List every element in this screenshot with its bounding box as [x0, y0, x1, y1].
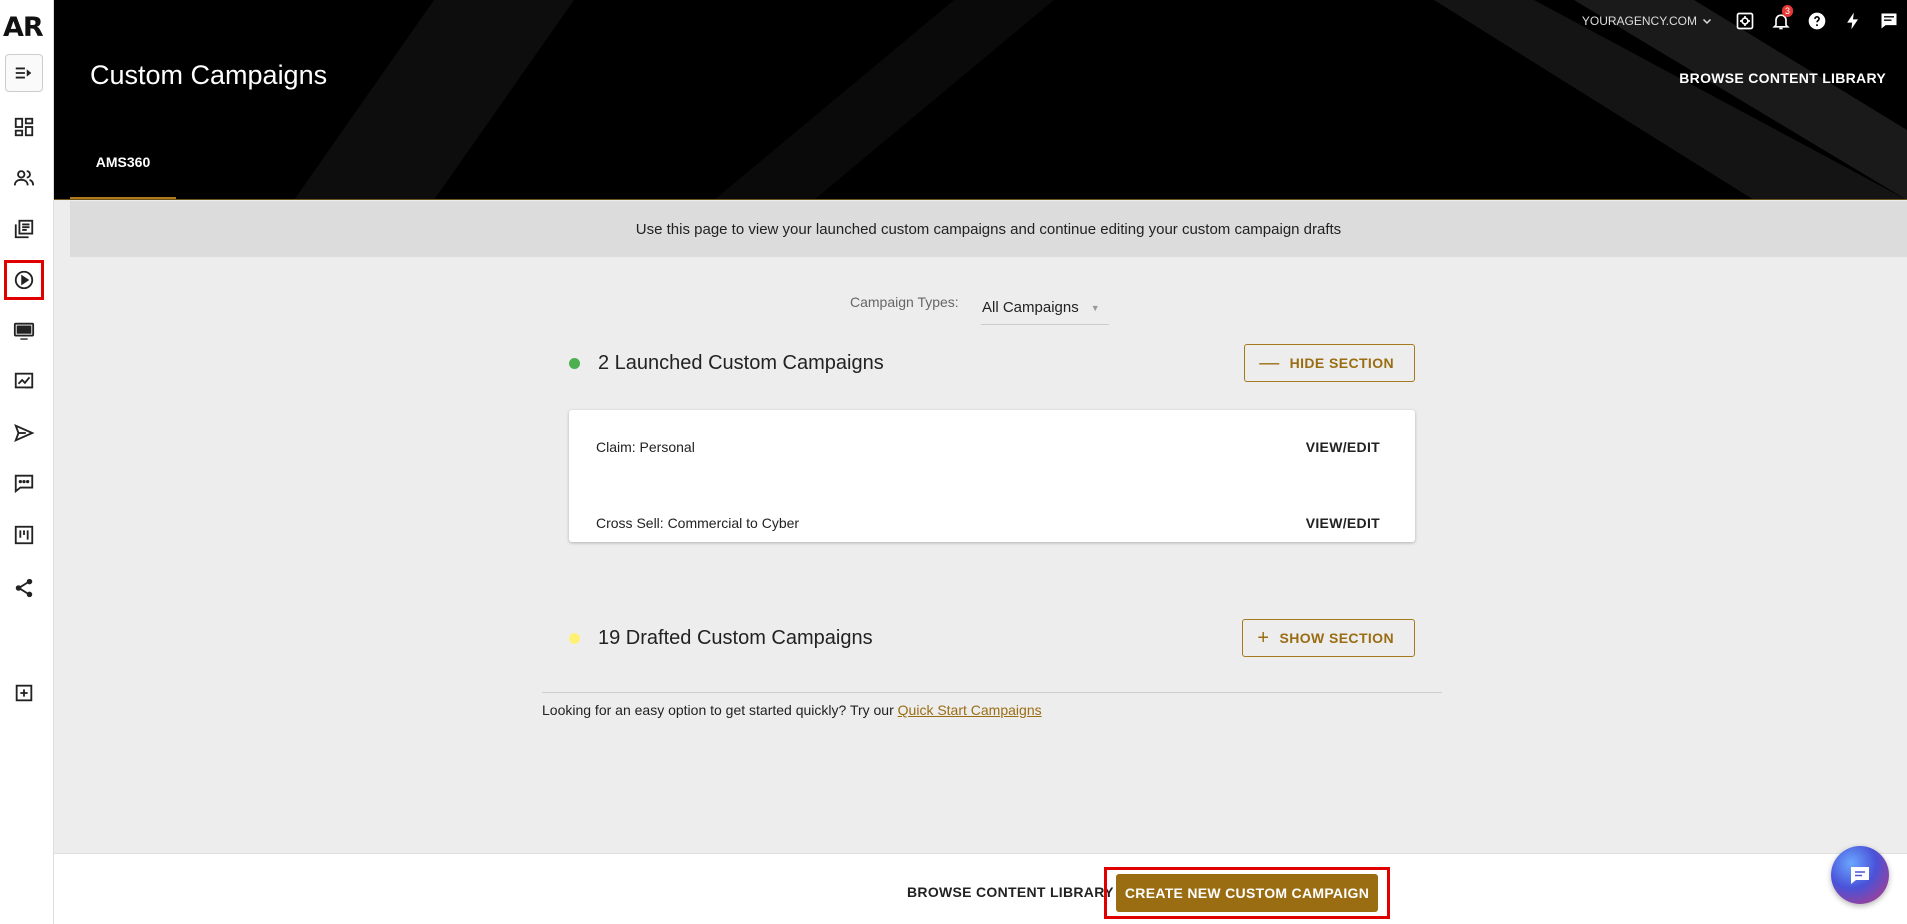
section-divider [542, 692, 1442, 693]
browse-content-library-button[interactable]: BROWSE CONTENT LIBRARY [907, 884, 1114, 900]
sidebar-item-contacts[interactable] [5, 159, 43, 197]
dashboard-icon [14, 117, 34, 137]
chat-widget-button[interactable] [1831, 846, 1889, 904]
lightning-icon [1847, 12, 1858, 30]
chat-bubble-icon [1851, 867, 1869, 884]
chat-dots-icon [14, 474, 34, 494]
view-edit-button[interactable]: VIEW/EDIT [1306, 439, 1380, 455]
share-icon [15, 578, 33, 598]
footer-action-bar: BROWSE CONTENT LIBRARY CREATE NEW CUSTOM… [54, 853, 1907, 924]
campaign-types-select[interactable]: All Campaigns ▼ [981, 291, 1109, 325]
sidebar-item-send[interactable] [5, 414, 43, 452]
sidebar: AR [0, 0, 54, 924]
header-divider [54, 199, 1907, 200]
settings-gear-icon [1736, 12, 1754, 30]
quick-start-text: Looking for an easy option to get starte… [542, 702, 1042, 718]
sidebar-item-content[interactable] [5, 210, 43, 248]
sidebar-item-dashboard[interactable] [5, 108, 43, 146]
quick-start-link[interactable]: Quick Start Campaigns [898, 702, 1042, 718]
add-box-icon [15, 684, 33, 702]
hide-section-label: HIDE SECTION [1289, 355, 1394, 371]
sidebar-item-messages[interactable] [5, 464, 43, 502]
info-banner: Use this page to view your launched cust… [70, 201, 1907, 257]
browse-content-library-link[interactable]: BROWSE CONTENT LIBRARY [1679, 70, 1886, 86]
plus-icon: + [1257, 627, 1270, 649]
info-text: Use this page to view your launched cust… [635, 220, 1342, 238]
send-icon [14, 423, 35, 443]
show-section-label: SHOW SECTION [1279, 630, 1394, 646]
campaign-name: Cross Sell: Commercial to Cyber [596, 515, 800, 531]
kanban-icon [14, 525, 34, 545]
campaign-types-value: All Campaigns [982, 299, 1079, 316]
quick-start-prompt: Looking for an easy option to get starte… [542, 702, 894, 718]
tab-label: AMS360 [95, 154, 151, 170]
campaign-name: Claim: Personal [596, 439, 695, 455]
message-icon [1881, 13, 1897, 29]
domain-label: YOURAGENCY.COM [1581, 14, 1697, 28]
library-icon [14, 219, 34, 239]
top-toolbar: YOURAGENCY.COM 3 [1582, 5, 1907, 34]
domain-selector[interactable]: YOURAGENCY.COM [1582, 14, 1713, 28]
menu-collapse-icon [15, 67, 32, 79]
quick-actions-button[interactable] [1835, 8, 1871, 34]
launched-status-dot [569, 357, 580, 369]
people-icon [13, 170, 35, 186]
drafted-status-dot [569, 632, 580, 644]
launched-campaigns-list: Claim: Personal VIEW/EDIT Cross Sell: Co… [569, 410, 1415, 542]
sidebar-item-board[interactable] [5, 516, 43, 554]
list-item: Cross Sell: Commercial to Cyber VIEW/EDI… [569, 498, 1415, 548]
list-item: Claim: Personal VIEW/EDIT [569, 422, 1415, 472]
settings-button[interactable] [1727, 8, 1763, 34]
hide-section-button[interactable]: — HIDE SECTION [1244, 344, 1415, 382]
notification-count-badge: 3 [1781, 5, 1793, 17]
show-section-button[interactable]: + SHOW SECTION [1242, 619, 1415, 657]
help-icon [1808, 12, 1826, 30]
page-title: Custom Campaigns [90, 60, 328, 90]
drafted-section-title: 19 Drafted Custom Campaigns [598, 626, 873, 649]
campaign-types-label: Campaign Types: [850, 294, 959, 310]
create-new-custom-campaign-button[interactable]: CREATE NEW CUSTOM CAMPAIGN [1116, 874, 1378, 912]
page-header: Custom Campaigns YOURAGENCY.COM 3 BROWSE… [54, 0, 1907, 200]
chevron-down-icon [1702, 18, 1712, 25]
launched-section-header: 2 Launched Custom Campaigns — HIDE SECTI… [569, 343, 1415, 383]
menu-toggle-button[interactable] [5, 54, 43, 92]
tab-ams360[interactable]: AMS360 [70, 136, 176, 200]
notifications-button[interactable]: 3 [1763, 5, 1799, 34]
help-button[interactable] [1799, 8, 1835, 34]
sidebar-item-reports[interactable] [5, 362, 43, 400]
sidebar-item-website[interactable] [5, 312, 43, 350]
launched-section-title: 2 Launched Custom Campaigns [598, 351, 884, 374]
chart-board-icon [14, 372, 34, 389]
monitor-icon [13, 322, 35, 340]
app-logo: AR [3, 12, 44, 43]
create-button-highlight: CREATE NEW CUSTOM CAMPAIGN [1104, 867, 1390, 919]
sidebar-item-campaigns[interactable] [4, 260, 44, 300]
play-circle-icon [14, 270, 34, 290]
sidebar-item-social[interactable] [5, 569, 43, 607]
view-edit-button[interactable]: VIEW/EDIT [1306, 515, 1380, 531]
minus-icon: — [1259, 352, 1280, 374]
chat-header-button[interactable] [1871, 8, 1907, 34]
sidebar-item-add[interactable] [5, 674, 43, 712]
drafted-section-header: 19 Drafted Custom Campaigns + SHOW SECTI… [569, 618, 1415, 658]
dropdown-caret-icon: ▼ [1090, 302, 1100, 313]
